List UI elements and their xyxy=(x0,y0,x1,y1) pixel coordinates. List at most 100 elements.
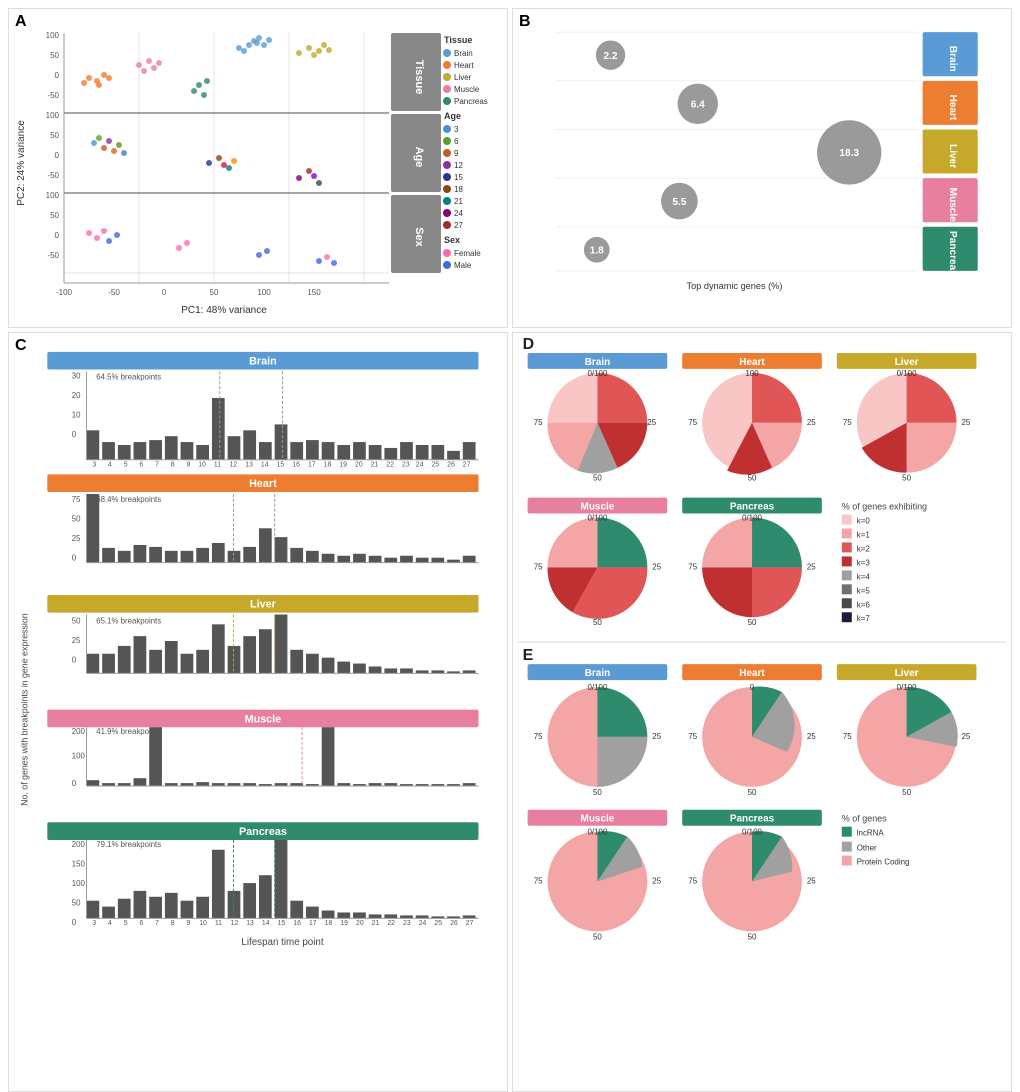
svg-text:100: 100 xyxy=(46,191,60,200)
svg-text:8: 8 xyxy=(171,920,175,927)
svg-text:41.9% breakpoints: 41.9% breakpoints xyxy=(96,727,161,736)
svg-text:75: 75 xyxy=(688,877,697,886)
svg-text:0: 0 xyxy=(72,430,77,439)
svg-text:14: 14 xyxy=(262,920,270,927)
svg-text:50: 50 xyxy=(50,131,59,140)
svg-text:100: 100 xyxy=(46,111,60,120)
svg-text:0/100: 0/100 xyxy=(587,514,608,523)
svg-text:100: 100 xyxy=(46,31,60,40)
svg-text:50: 50 xyxy=(748,932,757,941)
svg-text:Other: Other xyxy=(857,844,877,853)
svg-text:18: 18 xyxy=(324,462,332,469)
svg-text:100: 100 xyxy=(72,879,86,888)
svg-text:Pancreas: Pancreas xyxy=(947,231,958,276)
svg-text:23: 23 xyxy=(403,920,411,927)
svg-text:25: 25 xyxy=(647,418,656,427)
svg-text:6: 6 xyxy=(139,920,143,927)
svg-text:0: 0 xyxy=(55,151,60,160)
svg-text:PC1: 48% variance: PC1: 48% variance xyxy=(181,305,267,316)
svg-text:Sex: Sex xyxy=(444,235,460,245)
svg-text:Brain: Brain xyxy=(454,49,473,58)
svg-text:6: 6 xyxy=(454,137,459,146)
svg-text:12: 12 xyxy=(454,161,463,170)
svg-text:Tissue: Tissue xyxy=(444,35,472,45)
svg-text:Lifespan time point: Lifespan time point xyxy=(241,937,324,948)
svg-text:0: 0 xyxy=(162,288,167,297)
svg-text:17: 17 xyxy=(308,462,316,469)
svg-text:22: 22 xyxy=(386,462,394,469)
svg-text:50: 50 xyxy=(72,514,81,523)
svg-text:25: 25 xyxy=(961,418,970,427)
pie-charts-de: D Brain 0/100 25 50 75 Heart 100 25 50 7 xyxy=(513,333,1011,1091)
svg-text:Brain: Brain xyxy=(947,46,958,72)
svg-text:Top dynamic genes (%): Top dynamic genes (%) xyxy=(687,281,783,291)
svg-text:26: 26 xyxy=(447,462,455,469)
svg-text:4: 4 xyxy=(108,462,112,469)
svg-text:19: 19 xyxy=(340,920,348,927)
svg-text:-50: -50 xyxy=(47,171,59,180)
svg-text:21: 21 xyxy=(371,462,379,469)
panel-c: C No. of genes with breakpoints in gene … xyxy=(8,332,508,1092)
svg-text:0/100: 0/100 xyxy=(587,369,608,378)
svg-text:75: 75 xyxy=(534,418,543,427)
svg-text:0: 0 xyxy=(55,71,60,80)
svg-text:100: 100 xyxy=(72,752,86,761)
svg-text:79.1% breakpoints: 79.1% breakpoints xyxy=(96,840,161,849)
svg-text:3: 3 xyxy=(454,125,459,134)
svg-text:lncRNA: lncRNA xyxy=(857,829,885,838)
svg-text:11: 11 xyxy=(215,920,222,927)
svg-text:18: 18 xyxy=(454,185,463,194)
svg-text:50: 50 xyxy=(593,788,602,797)
svg-text:15: 15 xyxy=(454,173,463,182)
svg-text:Sex: Sex xyxy=(413,227,425,247)
svg-text:Heart: Heart xyxy=(249,478,277,490)
svg-text:50: 50 xyxy=(902,788,911,797)
svg-text:11: 11 xyxy=(214,462,221,469)
svg-text:0/100: 0/100 xyxy=(742,514,763,523)
svg-text:50: 50 xyxy=(72,616,81,625)
svg-text:Brain: Brain xyxy=(249,356,277,368)
svg-text:15: 15 xyxy=(277,462,285,469)
svg-text:12: 12 xyxy=(230,462,238,469)
svg-text:5.5: 5.5 xyxy=(672,197,686,208)
svg-text:25: 25 xyxy=(652,562,661,571)
svg-text:18.3: 18.3 xyxy=(839,148,859,159)
svg-text:26: 26 xyxy=(450,920,458,927)
svg-text:k=6: k=6 xyxy=(857,600,871,609)
svg-text:Muscle: Muscle xyxy=(581,814,615,825)
svg-text:50: 50 xyxy=(50,211,59,220)
svg-text:Liver: Liver xyxy=(454,73,472,82)
svg-text:75: 75 xyxy=(688,418,697,427)
panel-a: A Tissue Age Sex 100 xyxy=(8,8,508,328)
svg-text:PC2: 24% variance: PC2: 24% variance xyxy=(16,120,27,206)
svg-text:k=2: k=2 xyxy=(857,544,871,553)
svg-text:6.4: 6.4 xyxy=(691,99,705,110)
svg-text:7: 7 xyxy=(155,920,159,927)
svg-text:% of genes: % of genes xyxy=(842,814,887,824)
svg-text:Heart: Heart xyxy=(739,668,765,679)
svg-text:k=7: k=7 xyxy=(857,614,871,623)
svg-text:18: 18 xyxy=(325,920,333,927)
svg-text:0/100: 0/100 xyxy=(742,828,763,837)
svg-text:21: 21 xyxy=(372,920,380,927)
svg-text:50: 50 xyxy=(72,899,81,908)
svg-text:Brain: Brain xyxy=(585,668,610,679)
svg-text:50: 50 xyxy=(593,932,602,941)
svg-text:2.2: 2.2 xyxy=(604,51,618,62)
svg-text:13: 13 xyxy=(246,920,254,927)
svg-text:Age: Age xyxy=(444,111,461,121)
svg-text:No. of genes with breakpoints: No. of genes with breakpoints in gene ex… xyxy=(20,613,30,806)
svg-text:75: 75 xyxy=(688,732,697,741)
svg-text:25: 25 xyxy=(652,732,661,741)
svg-text:D: D xyxy=(523,336,535,353)
svg-text:0: 0 xyxy=(72,554,77,563)
svg-text:15: 15 xyxy=(278,920,286,927)
svg-text:27: 27 xyxy=(466,920,474,927)
svg-text:24: 24 xyxy=(419,920,427,927)
svg-text:Pancreas: Pancreas xyxy=(730,502,775,513)
svg-text:-50: -50 xyxy=(108,288,120,297)
svg-text:24: 24 xyxy=(416,462,424,469)
svg-text:25: 25 xyxy=(72,534,81,543)
svg-text:150: 150 xyxy=(307,288,321,297)
svg-text:200: 200 xyxy=(72,727,86,736)
